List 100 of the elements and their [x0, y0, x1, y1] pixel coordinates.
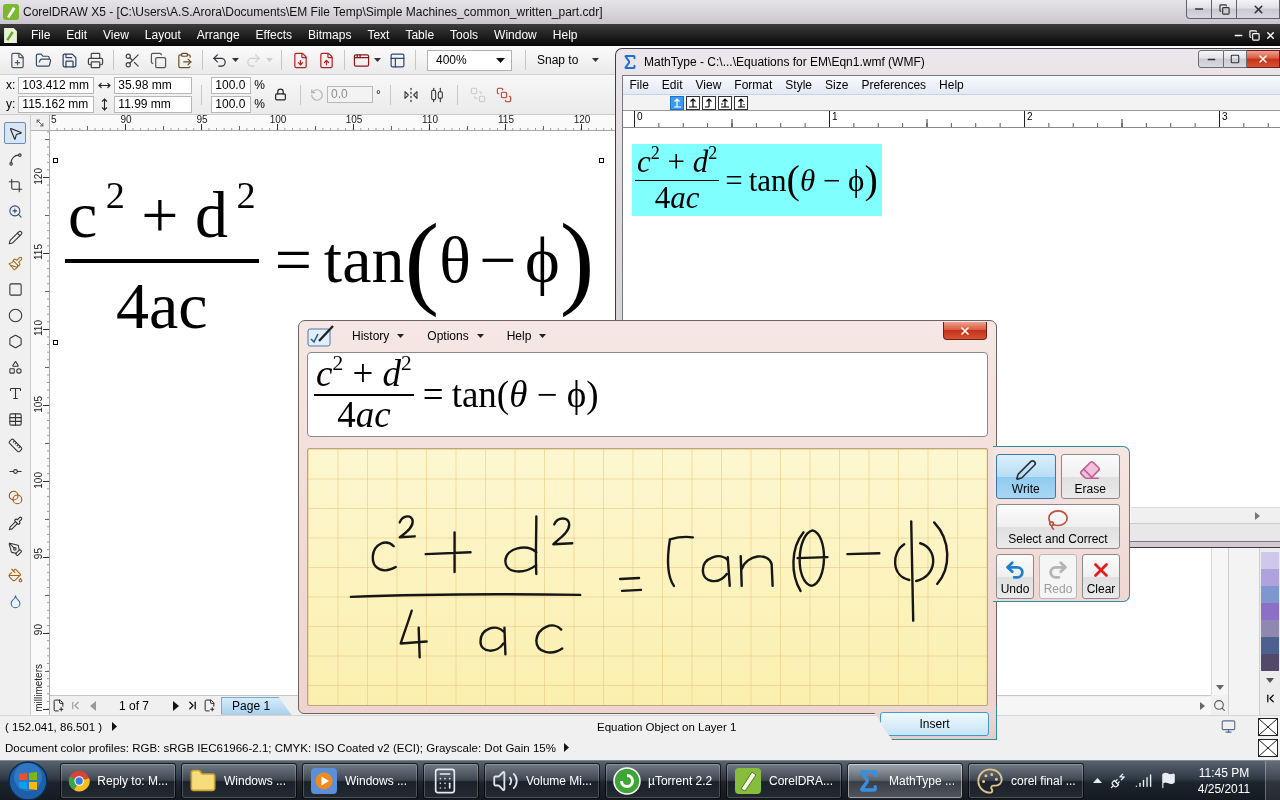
zoom-icon[interactable]: [1213, 698, 1226, 712]
menu-button[interactable]: Help: [500, 325, 553, 347]
swatch-icon[interactable]: [1261, 552, 1279, 569]
menu-button[interactable]: Options: [421, 325, 490, 347]
clock-date[interactable]: 4/25/2011: [1197, 780, 1251, 797]
menu-item[interactable]: Window: [486, 25, 545, 45]
pick-tool-button[interactable]: [4, 122, 26, 144]
minimize-button[interactable]: [1186, 0, 1212, 19]
restore-button[interactable]: [1212, 0, 1237, 19]
taskbar-button[interactable]: [423, 762, 479, 799]
menu-item[interactable]: View: [95, 25, 137, 45]
menu-item[interactable]: Style: [778, 76, 819, 94]
selection-handle[interactable]: [53, 340, 58, 345]
menu-button[interactable]: History: [346, 325, 411, 347]
taskbar-button[interactable]: CorelDRA...: [726, 762, 842, 799]
tab-stop-button[interactable]: [734, 95, 748, 110]
menu-item[interactable]: View: [689, 76, 728, 94]
swatch-icon[interactable]: [1261, 586, 1279, 603]
tab-stop-button[interactable]: [718, 95, 732, 110]
menu-item[interactable]: Tools: [442, 25, 487, 45]
tab-stop-button[interactable]: [702, 95, 716, 110]
zoom-dropdown[interactable]: 400%: [427, 49, 512, 71]
overlapping-circles-icon: [7, 489, 23, 505]
menu-item[interactable]: Effects: [247, 25, 301, 45]
menu-item[interactable]: Size: [818, 76, 855, 94]
palette-icon: [976, 766, 1004, 795]
document-up-arrow-icon: [317, 51, 335, 69]
minimize-button[interactable]: [1198, 50, 1224, 68]
flag-icon[interactable]: [1160, 772, 1177, 789]
taskbar-button[interactable]: MathType ...: [847, 762, 963, 799]
equation-selection-highlight[interactable]: c$^{2}$ + d$^{2}$ 4ac = tan(θ − ϕ): [632, 144, 882, 216]
select-button[interactable]: Select and Correct: [996, 504, 1120, 549]
width-field[interactable]: 35.98 mm: [114, 76, 193, 94]
menu-item[interactable]: Preferences: [854, 76, 933, 94]
taskbar-button[interactable]: Windows ...: [181, 762, 297, 799]
swatch-icon[interactable]: [1261, 637, 1279, 654]
erase-button[interactable]: Erase: [1060, 454, 1120, 499]
menu-item[interactable]: Layout: [136, 25, 189, 45]
menu-item[interactable]: Table: [397, 25, 443, 45]
tab-stop-button[interactable]: [686, 95, 700, 110]
close-icon: [1251, 2, 1265, 16]
taskbar-button[interactable]: Reply to: M...: [60, 762, 176, 799]
swatch-icon[interactable]: [1261, 569, 1279, 586]
scale-field[interactable]: 100.0: [211, 95, 252, 113]
copy-icon: [149, 51, 167, 69]
menu-item[interactable]: Edit: [58, 25, 96, 45]
snap-to-dropdown[interactable]: Snap to: [531, 49, 606, 71]
menu-item[interactable]: Edit: [655, 76, 690, 94]
taskbar-button[interactable]: corel final ...: [968, 762, 1084, 799]
y-position-field[interactable]: 115.162 mm: [18, 95, 95, 113]
crossed-swatch-icon[interactable]: [1258, 718, 1278, 736]
menu-item[interactable]: Text: [359, 25, 398, 45]
write-button[interactable]: Write: [996, 454, 1056, 499]
caret-right-icon: [172, 700, 179, 711]
crossed-swatch-icon[interactable]: [1258, 739, 1278, 757]
tab-stop-icon: [672, 97, 682, 108]
insert-button[interactable]: Insert: [880, 712, 989, 736]
redo-arrow-icon: [245, 51, 262, 69]
clock-time[interactable]: 11:45 PM: [1198, 764, 1250, 781]
show-desktop-button[interactable]: [1265, 761, 1280, 800]
clear-button[interactable]: Clear: [1082, 554, 1120, 599]
taskbar-button[interactable]: Volume Mi...: [484, 762, 600, 799]
menu-item[interactable]: File: [23, 25, 59, 45]
undo-button[interactable]: Undo: [996, 554, 1034, 599]
power-plug-icon[interactable]: [1110, 772, 1127, 789]
x-position-field[interactable]: 103.412 mm: [18, 76, 95, 94]
type-icon: [7, 385, 23, 401]
taskbar-button[interactable]: µTorrent 2.2: [605, 762, 721, 799]
swatch-icon[interactable]: [1261, 654, 1279, 671]
menu-item[interactable]: Help: [544, 25, 586, 45]
caret-right-icon: [1255, 511, 1260, 520]
signal-bars-icon[interactable]: [1135, 772, 1152, 789]
menu-item[interactable]: Arrange: [188, 25, 248, 45]
vertical-scrollbar[interactable]: [1211, 548, 1228, 695]
swatch-icon[interactable]: [1261, 603, 1279, 620]
denominator-text: 4ac: [115, 268, 209, 342]
selection-handle[interactable]: [599, 158, 604, 163]
page-tab[interactable]: Page 1: [221, 696, 292, 715]
add-page-icon: [52, 699, 65, 712]
document-restore-button[interactable]: [1248, 28, 1260, 42]
swatch-icon[interactable]: [1261, 620, 1279, 637]
menu-item[interactable]: Help: [932, 76, 971, 94]
close-button[interactable]: [943, 322, 987, 340]
add-page-icon: [203, 699, 217, 712]
ruler-label: 90: [33, 624, 44, 636]
height-field[interactable]: 11.99 mm: [114, 95, 193, 113]
argument-text: θ − ϕ: [509, 376, 587, 413]
horizontal-scrollbar[interactable]: [1131, 507, 1280, 523]
menu-item[interactable]: Format: [727, 76, 779, 94]
close-button[interactable]: [1237, 0, 1280, 19]
menu-item[interactable]: File: [623, 76, 656, 94]
handwriting-input-area[interactable]: [307, 448, 988, 706]
horizontal-scrollbar[interactable]: [997, 696, 1211, 715]
selection-handle[interactable]: [53, 158, 58, 163]
scale-field[interactable]: 100.0: [211, 76, 252, 94]
taskbar-button[interactable]: Windows ...: [302, 762, 418, 799]
monitor-icon[interactable]: [1221, 719, 1236, 734]
close-button[interactable]: [1247, 50, 1280, 68]
menu-item[interactable]: Bitmaps: [300, 25, 360, 45]
maximize-button[interactable]: [1224, 50, 1247, 68]
